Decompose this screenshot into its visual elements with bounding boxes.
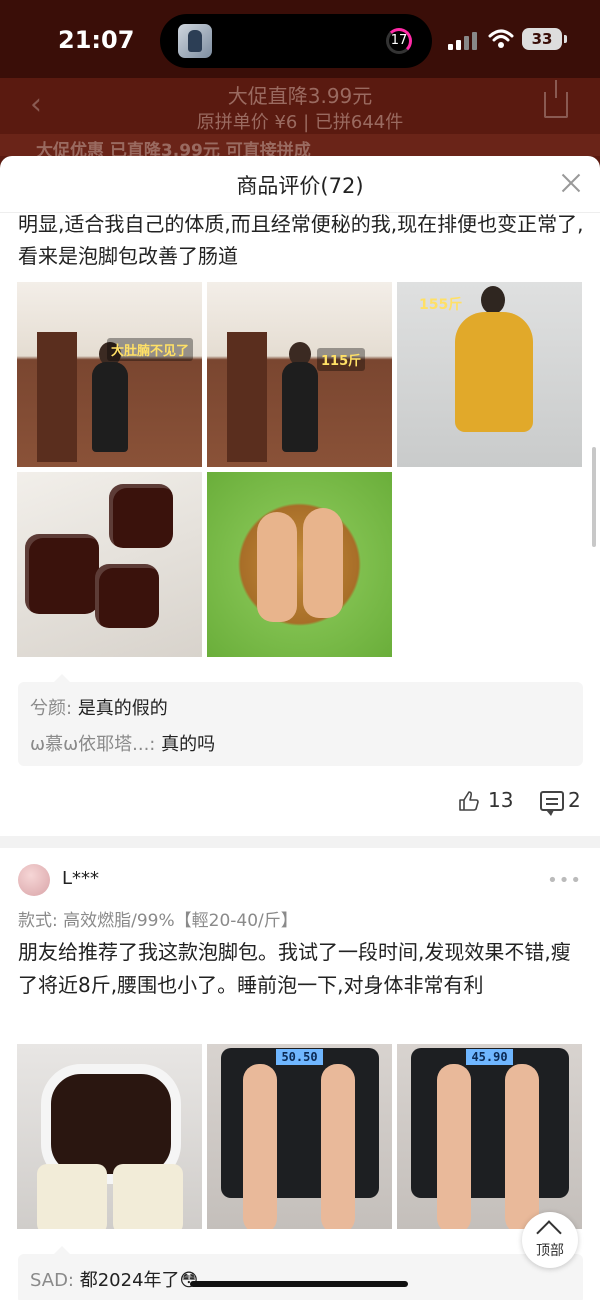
comment-button[interactable]: 2 [540, 788, 590, 816]
review-photo[interactable]: 115斤 [207, 282, 392, 467]
scale-reading: 45.90 [466, 1049, 513, 1065]
island-avatar-icon [178, 24, 212, 58]
promo-price-drop: 大促直降3.99元 [227, 84, 373, 108]
promo-strip: 大促优惠 已直降3.99元 可直接拼成 [0, 134, 600, 156]
more-icon[interactable]: ••• [547, 870, 582, 891]
review-photo[interactable]: 45.90 [397, 1044, 582, 1229]
product-spec: 款式: 高效燃脂/99%【輕20-40/斤】 [18, 911, 298, 931]
promo-group-info: 原拼单价 ¥6 | 已拼644件 [196, 112, 404, 133]
reply-text: 真的吗 [161, 734, 216, 755]
reviews-sheet: 商品评价(72) 明显,适合我自己的体质,而且经常便秘的我,现在排便也变正常了,… [0, 156, 600, 1300]
reply-list: SAD: 都2024年了😳 [18, 1246, 583, 1300]
wifi-icon [488, 29, 514, 48]
photo-caption: 115斤 [317, 348, 366, 371]
review-photo[interactable]: 50.50 [207, 1044, 392, 1229]
reply-item[interactable]: ω慕ω依耶塔...: 真的吗 [30, 730, 215, 756]
review-photo[interactable]: 155斤 [397, 282, 582, 467]
promo-strip-text: 大促优惠 已直降3.99元 可直接拼成 [36, 141, 311, 156]
reply-item[interactable]: 兮颜: 是真的假的 [30, 694, 168, 720]
reply-list: 兮颜: 是真的假的 ω慕ω依耶塔...: 真的吗 [18, 674, 583, 766]
like-button[interactable]: 13 [458, 788, 518, 816]
review-photo[interactable] [207, 472, 392, 657]
reply-item[interactable]: SAD: 都2024年了😳 [30, 1266, 198, 1292]
back-to-top-button[interactable]: 顶部 [522, 1212, 578, 1268]
home-indicator[interactable] [190, 1281, 408, 1287]
comment-count: 2 [568, 788, 581, 812]
review-photo[interactable] [17, 472, 202, 657]
scrollbar[interactable] [592, 447, 596, 547]
share-icon[interactable] [544, 80, 568, 118]
review-text: 朋友给推荐了我这款泡脚包。我试了一段时间,发现效果不错,瘦了将近8斤,腰围也小了… [18, 940, 571, 997]
like-count: 13 [488, 788, 514, 812]
review-text: 明显,适合我自己的体质,而且经常便秘的我,现在排便也变正常了,看来是泡脚包改善了… [18, 212, 584, 268]
status-bar: 21:07 17 33 [0, 0, 600, 78]
product-header: ‹ 大促直降3.99元 原拼单价 ¥6 | 已拼644件 [0, 78, 600, 134]
review-photo[interactable]: 大肚腩不见了 [17, 282, 202, 467]
battery-indicator: 33 [522, 28, 567, 50]
reply-text: 都2024年了😳 [79, 1270, 199, 1291]
like-icon [459, 791, 479, 811]
close-icon[interactable] [560, 172, 582, 194]
back-to-top-label: 顶部 [536, 1243, 564, 1259]
scale-reading: 50.50 [276, 1049, 323, 1065]
photo-caption: 155斤 [419, 297, 463, 313]
comment-icon [540, 791, 564, 816]
reviewer-name[interactable]: L*** [62, 868, 99, 889]
review-separator [0, 836, 600, 848]
sheet-title: 商品评价(72) [236, 174, 364, 198]
signal-icon [448, 32, 478, 50]
dynamic-island[interactable]: 17 [160, 14, 432, 68]
review-photo[interactable] [17, 1044, 202, 1229]
reply-user[interactable]: ω慕ω依耶塔...: [30, 734, 155, 755]
avatar[interactable] [18, 864, 50, 896]
reply-user[interactable]: SAD: [30, 1270, 74, 1291]
reply-text: 是真的假的 [77, 698, 168, 719]
status-time: 21:07 [58, 26, 135, 54]
reply-user[interactable]: 兮颜: [30, 698, 72, 719]
island-timer-count: 17 [390, 33, 408, 48]
photo-caption: 大肚腩不见了 [107, 338, 194, 361]
